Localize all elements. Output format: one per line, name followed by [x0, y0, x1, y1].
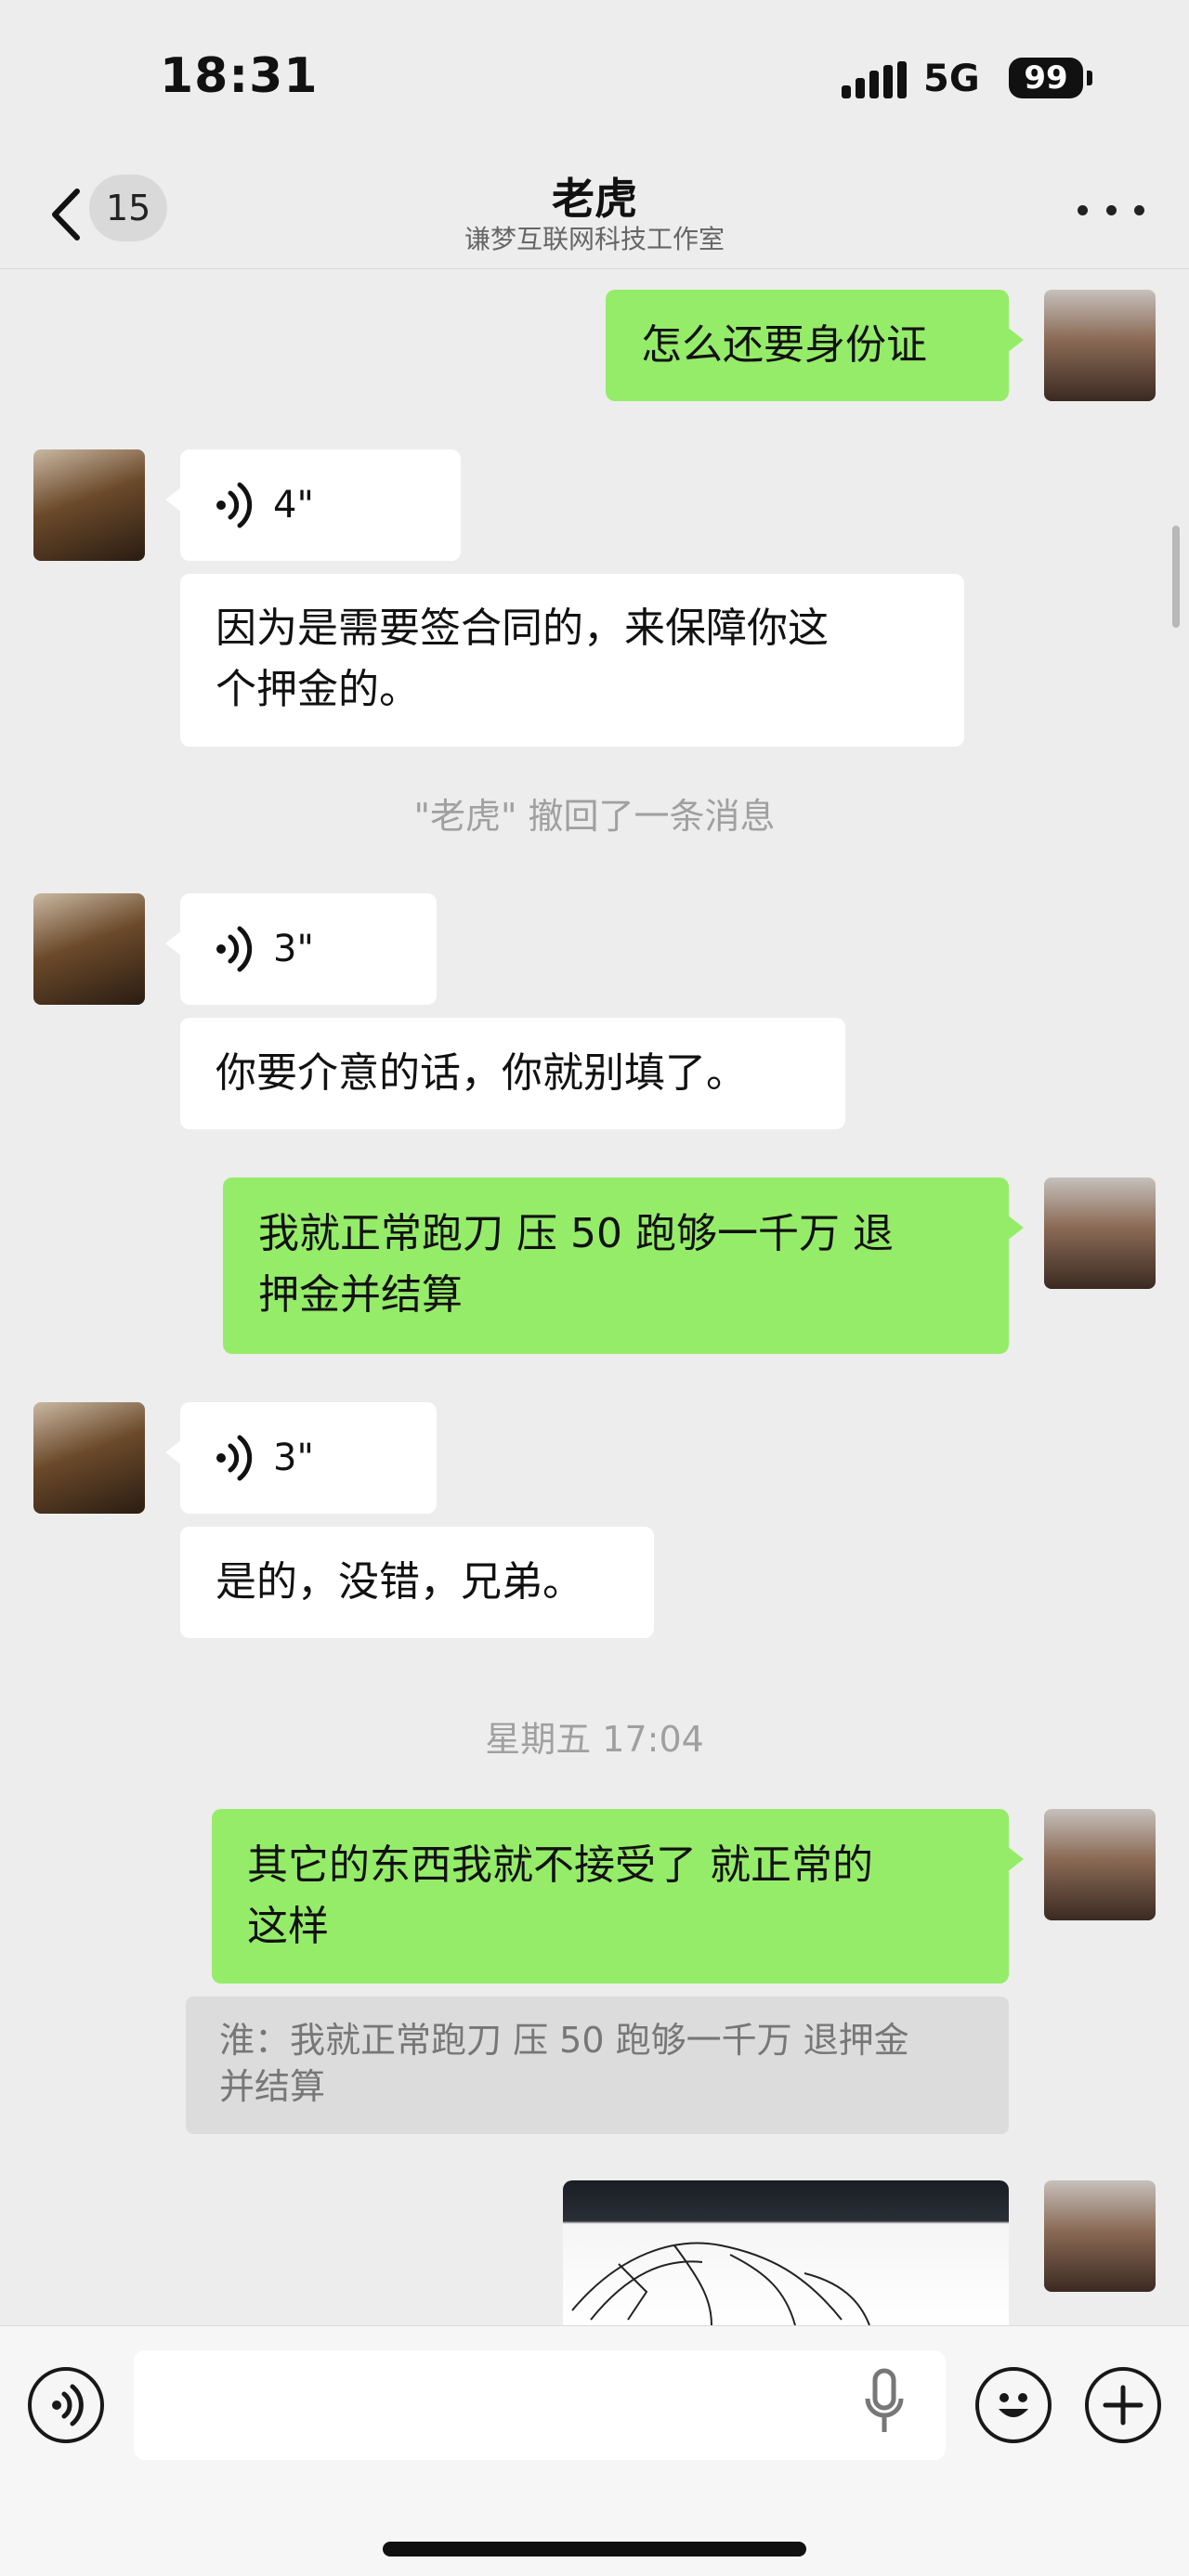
chat-title: 老虎 — [552, 174, 637, 224]
message-text: 是的，没错，兄弟。 — [216, 1558, 583, 1606]
status-bar: 18:31 5G 99 — [0, 0, 1189, 158]
recall-notice: "老虎" 撤回了一条消息 — [413, 796, 776, 837]
sketch-image-icon — [571, 2242, 870, 2325]
message-line: 我就正常跑刀 压 50 跑够一千万 退 — [258, 1210, 894, 1257]
message-text: 怎么还要身份证 — [641, 321, 927, 369]
status-time: 18:31 — [160, 48, 319, 104]
message-input[interactable] — [134, 2350, 946, 2460]
network-type: 5G — [923, 58, 980, 100]
battery-cap — [1087, 71, 1092, 85]
quoted-message[interactable]: 淮：我就正常跑刀 压 50 跑够一千万 退押金 并结算 — [186, 1997, 1009, 2134]
emoji-icon[interactable] — [975, 2367, 1052, 2443]
chat-subtitle: 谦梦互联网科技工作室 — [464, 224, 725, 254]
my-avatar[interactable] — [1044, 2180, 1156, 2292]
message-bubble-outgoing[interactable]: 其它的东西我就不接受了 就正常的 这样 — [212, 1809, 1024, 1984]
voice-message[interactable]: 4" — [165, 449, 461, 561]
voice-message[interactable]: 3" — [165, 893, 437, 1005]
voice-duration: 4" — [273, 484, 314, 527]
voice-wave-icon — [216, 1435, 253, 1481]
message-line: 押金并结算 — [258, 1271, 463, 1319]
voice-mode-icon[interactable] — [28, 2367, 104, 2443]
my-avatar[interactable] — [1044, 290, 1156, 401]
message-bubble-incoming[interactable]: 因为是需要签合同的，来保障你这 个押金的。 — [180, 574, 964, 747]
message-bubble-outgoing[interactable]: 怎么还要身份证 — [606, 290, 1024, 401]
message-timestamp: 星期五 17:04 — [485, 1719, 704, 1760]
voice-duration: 3" — [273, 1437, 314, 1479]
message-line: 因为是需要签合同的，来保障你这 — [216, 605, 829, 652]
message-line: 其它的东西我就不接受了 就正常的 — [247, 1841, 873, 1889]
voice-duration: 3" — [273, 928, 314, 970]
my-avatar[interactable] — [1044, 1177, 1156, 1289]
quote-line: 并结算 — [219, 2066, 326, 2107]
battery-icon: 99 — [1009, 58, 1083, 98]
contact-avatar[interactable] — [33, 449, 145, 561]
message-line: 个押金的。 — [216, 666, 420, 713]
plus-icon[interactable] — [1085, 2367, 1161, 2443]
my-avatar[interactable] — [1044, 1809, 1156, 1920]
input-bar — [0, 2325, 1189, 2576]
contact-avatar[interactable] — [33, 1402, 145, 1514]
microphone-icon[interactable] — [864, 2367, 905, 2441]
chat-header: 15 老虎 谦梦互联网科技工作室 — [0, 158, 1189, 269]
more-dots-icon[interactable] — [1078, 191, 1144, 228]
scrollbar[interactable] — [1172, 526, 1180, 628]
message-bubble-incoming[interactable]: 你要介意的话，你就别填了。 — [180, 1018, 845, 1129]
message-bubble-outgoing[interactable]: 我就正常跑刀 压 50 跑够一千万 退 押金并结算 — [223, 1177, 1024, 1354]
message-text: 你要介意的话，你就别填了。 — [216, 1049, 747, 1097]
voice-wave-icon — [216, 482, 253, 528]
contact-avatar[interactable] — [33, 893, 145, 1005]
voice-message[interactable]: 3" — [165, 1402, 437, 1514]
message-line: 这样 — [247, 1903, 329, 1950]
home-indicator[interactable] — [383, 2542, 806, 2556]
message-bubble-incoming[interactable]: 是的，没错，兄弟。 — [180, 1527, 654, 1638]
voice-wave-icon — [216, 926, 253, 972]
cellular-signal-icon — [842, 61, 908, 98]
image-message[interactable] — [563, 2180, 1009, 2325]
quote-line: 淮：我就正常跑刀 压 50 跑够一千万 退押金 — [219, 2020, 909, 2061]
